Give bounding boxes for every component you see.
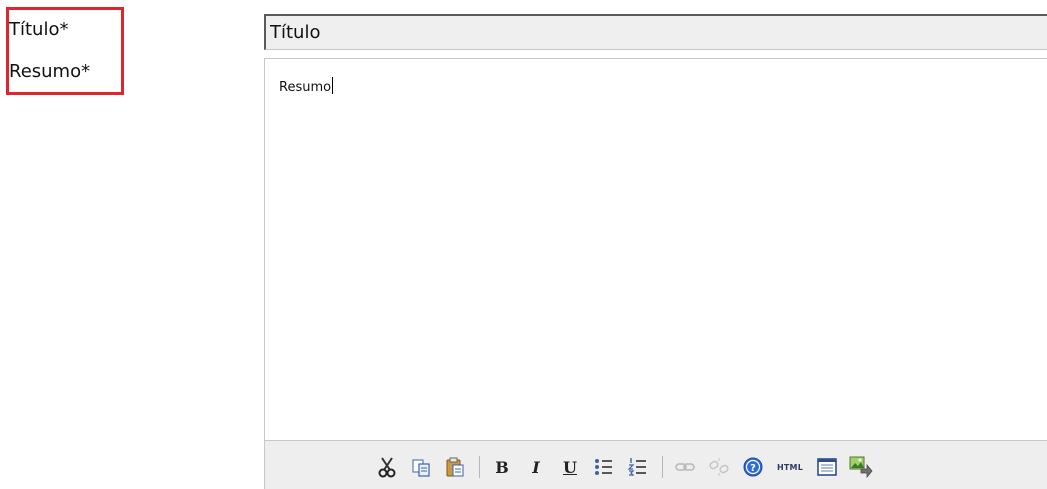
- unlink-icon: [709, 458, 729, 476]
- text-caret: [332, 77, 334, 94]
- italic-icon: I: [532, 457, 540, 477]
- editor-toolbar: B I U ? HTML: [265, 440, 1047, 489]
- italic-button[interactable]: I: [524, 455, 548, 479]
- help-button[interactable]: ?: [741, 455, 765, 479]
- paste-button[interactable]: [443, 455, 467, 479]
- bullet-list-icon: [595, 459, 612, 475]
- bold-button[interactable]: B: [490, 455, 514, 479]
- cut-icon: [378, 457, 396, 478]
- underline-button[interactable]: U: [558, 455, 582, 479]
- resumo-text: Resumo: [279, 80, 332, 95]
- copy-icon: [412, 459, 430, 477]
- resumo-label: Resumo*: [9, 61, 91, 82]
- bold-icon: B: [495, 457, 509, 477]
- html-source-button[interactable]: HTML: [775, 455, 805, 479]
- underline-icon: U: [563, 457, 577, 477]
- fullscreen-button[interactable]: [815, 455, 839, 479]
- insert-image-button[interactable]: [849, 455, 873, 479]
- resumo-editor-area[interactable]: Resumo: [265, 59, 1047, 439]
- toolbar-separator: [662, 456, 663, 478]
- titulo-label: Título*: [9, 19, 69, 40]
- titulo-input[interactable]: [264, 14, 1047, 50]
- unlink-button[interactable]: [707, 455, 731, 479]
- html-source-icon: HTML: [776, 462, 803, 472]
- insert-image-icon: [849, 456, 873, 479]
- fullscreen-icon: [817, 458, 837, 476]
- svg-text:?: ?: [750, 463, 756, 474]
- help-icon: ?: [743, 457, 763, 477]
- toolbar-buttons: B I U ? HTML: [375, 453, 883, 481]
- numbered-list-button[interactable]: [626, 455, 650, 479]
- resumo-editor: Resumo B I U ? HTML: [264, 58, 1047, 489]
- bullet-list-button[interactable]: [592, 455, 616, 479]
- numbered-list-icon: [627, 458, 646, 476]
- link-button[interactable]: [673, 455, 697, 479]
- toolbar-separator: [479, 456, 480, 478]
- paste-icon: [446, 457, 464, 477]
- form-root: Título* Resumo* Resumo: [0, 0, 1047, 489]
- copy-button[interactable]: [409, 455, 433, 479]
- cut-button[interactable]: [375, 455, 399, 479]
- link-icon: [675, 463, 695, 471]
